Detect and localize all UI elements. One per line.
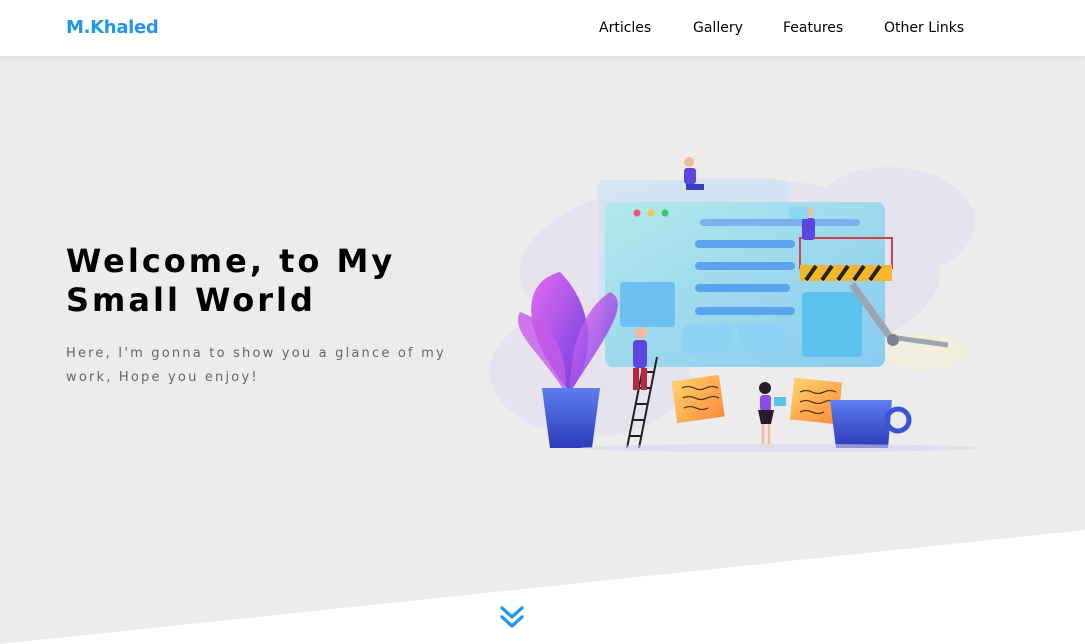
main-nav: Articles Gallery Features Other Links [0,20,1085,40]
landing-title-line-1: Welcome, to My [66,242,396,280]
landing-image [490,157,980,452]
landing-section: Welcome, to My Small World Here, I'm gon… [0,56,1085,644]
angles-down-icon[interactable] [498,604,526,632]
nav-features[interactable]: Features [783,20,843,36]
nav-articles[interactable]: Articles [599,20,651,36]
landing-description: Here, I'm gonna to show you a glance of … [66,346,446,385]
nav-gallery[interactable]: Gallery [693,20,743,36]
site-header: M.Khaled Articles Gallery Features Other… [0,0,1085,56]
landing-title-line-2: Small World [66,281,316,319]
landing-title: Welcome, to My Small World [66,242,486,320]
nav-other-links[interactable]: Other Links [884,20,964,36]
